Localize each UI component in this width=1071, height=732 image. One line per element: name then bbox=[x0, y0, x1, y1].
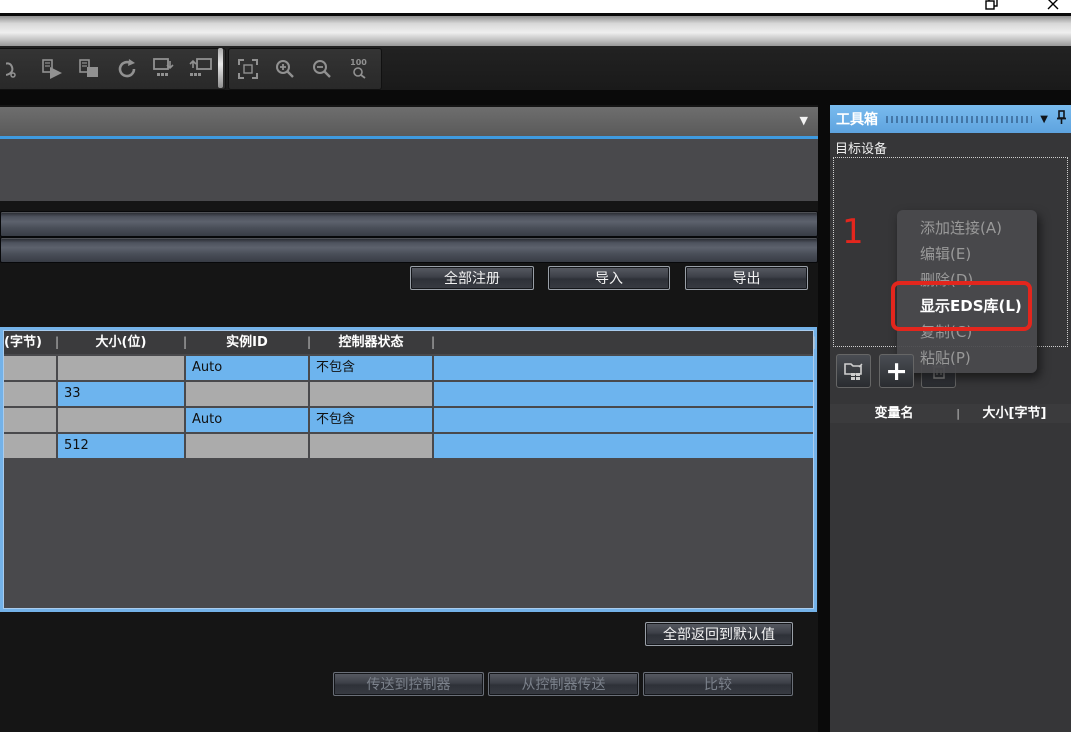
table-cell[interactable]: Auto bbox=[186, 356, 308, 380]
table-cell[interactable] bbox=[434, 434, 813, 458]
column-header-size-bits[interactable]: 大小(位) bbox=[58, 331, 184, 354]
menu-item-add-connection[interactable]: 添加连接(A) bbox=[897, 215, 1037, 241]
table-cell[interactable] bbox=[4, 382, 56, 406]
transfer-to-controller-button[interactable]: 传送到控制器 bbox=[333, 672, 484, 696]
compare-button[interactable]: 比较 bbox=[643, 672, 793, 696]
target-device-label: 目标设备 bbox=[835, 138, 887, 157]
table-cell[interactable]: 512 bbox=[58, 434, 184, 458]
plus-icon: + bbox=[885, 358, 908, 385]
section-header-bar-2[interactable] bbox=[0, 237, 818, 263]
close-icon[interactable] bbox=[1046, 0, 1060, 10]
table-cell[interactable] bbox=[4, 434, 56, 458]
device-info-panel bbox=[0, 139, 818, 201]
device-dropdown[interactable]: ▼ bbox=[0, 107, 818, 136]
title-bar bbox=[0, 0, 1071, 13]
toolbar-group-controller bbox=[0, 48, 226, 90]
fit-to-window-icon[interactable] bbox=[229, 51, 266, 87]
add-device-button[interactable]: + bbox=[879, 354, 914, 388]
table-header-row: (字节) 大小(位) 实例ID 控制器状态 bbox=[4, 331, 813, 354]
column-header-extra[interactable] bbox=[434, 331, 813, 354]
table-cell[interactable] bbox=[434, 356, 813, 380]
menu-item-edit[interactable]: 编辑(E) bbox=[897, 241, 1037, 267]
table-cell[interactable] bbox=[310, 434, 432, 458]
table-cell[interactable] bbox=[310, 382, 432, 406]
copy-document-icon[interactable] bbox=[71, 51, 108, 87]
download-to-device-icon[interactable] bbox=[145, 51, 182, 87]
main-toolbar: 100 bbox=[0, 46, 1071, 90]
chevron-down-icon[interactable]: ▼ bbox=[1040, 114, 1048, 125]
table-cell[interactable] bbox=[4, 356, 56, 380]
table-cell[interactable]: Auto bbox=[186, 408, 308, 432]
table-cell[interactable] bbox=[58, 408, 184, 432]
column-header-bytes[interactable]: (字节) bbox=[4, 331, 56, 354]
toolbox-header-texture bbox=[886, 116, 1032, 123]
column-header-controller-status[interactable]: 控制器状态 bbox=[310, 331, 432, 354]
import-button[interactable]: 导入 bbox=[548, 266, 670, 290]
zoom-out-icon[interactable] bbox=[303, 51, 340, 87]
table-row: Auto 不包含 bbox=[4, 356, 813, 380]
table-cell[interactable] bbox=[186, 434, 308, 458]
title-gradient-band bbox=[0, 16, 1071, 46]
clipped-tool-icon[interactable] bbox=[0, 51, 34, 87]
table-cell[interactable]: 33 bbox=[58, 382, 184, 406]
open-device-library-button[interactable] bbox=[836, 354, 871, 388]
chevron-down-icon: ▼ bbox=[800, 115, 808, 126]
section-header-bar-1[interactable] bbox=[0, 211, 818, 237]
column-header-size-bytes[interactable]: 大小[字节] bbox=[958, 404, 1071, 423]
main-panel: ▼ 全部注册 导入 导出 (字节) 大小(位) 实例ID 控制器状态 Auto … bbox=[0, 105, 818, 732]
export-button[interactable]: 导出 bbox=[685, 266, 808, 290]
toolbar-group-zoom: 100 bbox=[228, 48, 382, 90]
reset-all-defaults-button[interactable]: 全部返回到默认值 bbox=[645, 622, 793, 646]
table-cell[interactable] bbox=[58, 356, 184, 380]
pin-icon[interactable] bbox=[1056, 110, 1067, 129]
application-window: 100 ▼ 全部注册 导入 导出 (字节) 大小(位) 实例ID 控制器状态 bbox=[0, 0, 1071, 732]
table-cell[interactable]: 不包含 bbox=[310, 356, 432, 380]
table-cell[interactable] bbox=[434, 408, 813, 432]
restore-window-icon[interactable] bbox=[985, 0, 999, 10]
table-cell[interactable] bbox=[186, 382, 308, 406]
run-with-document-icon[interactable] bbox=[34, 51, 71, 87]
column-header-variable-name[interactable]: 变量名 bbox=[830, 404, 958, 423]
table-row: Auto 不包含 bbox=[4, 408, 813, 432]
toolbox-panel: 工具箱 ▼ 目标设备 1 + 变量名 大小[字节] 添加连接(A) 编辑(E) … bbox=[830, 105, 1071, 732]
annotation-number: 1 bbox=[842, 215, 864, 249]
toolbar-separator bbox=[218, 48, 223, 88]
toolbox-header[interactable]: 工具箱 ▼ bbox=[830, 105, 1071, 133]
tag-set-table: (字节) 大小(位) 实例ID 控制器状态 Auto 不包含 33 bbox=[0, 327, 817, 612]
variable-table-header: 变量名 大小[字节] bbox=[830, 404, 1071, 423]
table-cell[interactable] bbox=[434, 382, 813, 406]
zoom-100-icon[interactable]: 100 bbox=[340, 51, 377, 87]
annotation-box bbox=[891, 281, 1032, 331]
zoom-in-icon[interactable] bbox=[266, 51, 303, 87]
table-cell[interactable]: 不包含 bbox=[310, 408, 432, 432]
table-row: 33 bbox=[4, 382, 813, 406]
toolbox-title: 工具箱 bbox=[836, 109, 878, 129]
table-row: 512 bbox=[4, 434, 813, 458]
refresh-sync-icon[interactable] bbox=[108, 51, 145, 87]
toolbar-bottom-gap bbox=[0, 90, 1071, 105]
register-all-button[interactable]: 全部注册 bbox=[410, 266, 534, 290]
table-cell[interactable] bbox=[4, 408, 56, 432]
column-header-instance-id[interactable]: 实例ID bbox=[186, 331, 308, 354]
upload-from-device-icon[interactable] bbox=[182, 51, 219, 87]
transfer-from-controller-button[interactable]: 从控制器传送 bbox=[488, 672, 639, 696]
panel-divider[interactable] bbox=[818, 105, 830, 732]
menu-item-paste[interactable]: 粘贴(P) bbox=[897, 345, 1037, 371]
